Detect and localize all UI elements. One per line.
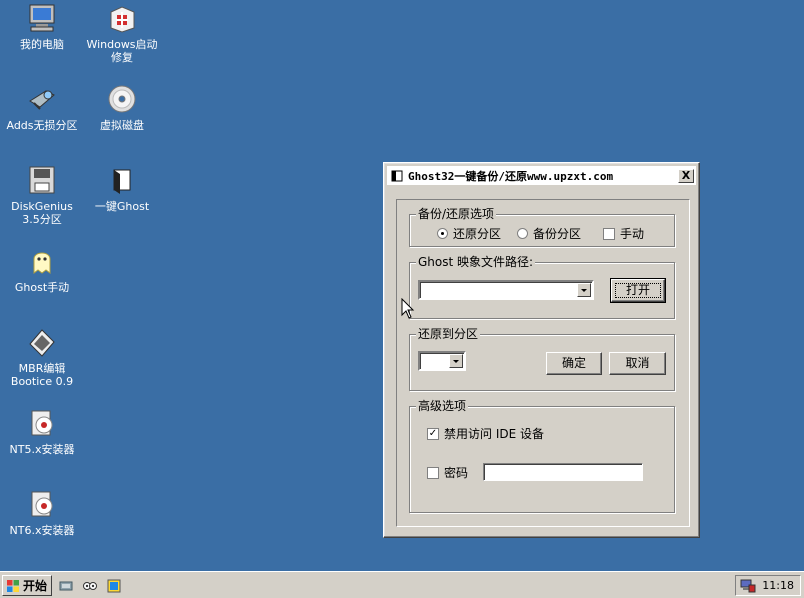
dialog-title: Ghost32一键备份/还原www.upzxt.com [408, 169, 614, 183]
desktop-icon-windows-repair[interactable]: Windows启动 修复 [80, 2, 164, 64]
ok-button[interactable]: 确定 [546, 352, 602, 375]
backup-partition-radio[interactable]: 备份分区 [517, 225, 581, 242]
system-tray: 11:18 [735, 575, 801, 596]
show-desktop-icon[interactable] [58, 578, 74, 594]
group-legend: 备份/还原选项 [416, 207, 497, 221]
ghost-icon [33, 252, 51, 274]
dialog-titlebar[interactable]: Ghost32一键备份/还原www.upzxt.com X [387, 166, 696, 185]
group-legend: 高级选项 [416, 399, 469, 413]
radio-dot [517, 228, 528, 239]
radio-label: 备份分区 [533, 227, 582, 241]
desktop-icon-ghost-manual[interactable]: Ghost手动 [0, 245, 84, 294]
bootice-icon [29, 329, 55, 357]
checkbox-label: 禁用访问 IDE 设备 [444, 427, 544, 441]
chevron-down-icon[interactable] [449, 354, 463, 368]
view-icon[interactable] [82, 578, 98, 594]
password-field[interactable] [483, 463, 643, 481]
ghost-dialog: Ghost32一键备份/还原www.upzxt.com X 备份/还原选项 还原… [383, 162, 700, 538]
partition-combo[interactable] [418, 351, 466, 371]
restore-target-group: 还原到分区 确定 取消 [409, 327, 675, 391]
cancel-button[interactable]: 取消 [609, 352, 666, 375]
radio-dot [437, 228, 448, 239]
desktop-icon-nt5-installer[interactable]: NT5.x安装器 [0, 407, 84, 456]
partition-tool-icon [29, 90, 55, 110]
repair-kit-icon [110, 6, 135, 33]
image-path-group: Ghost 映象文件路径: 打开 [409, 255, 675, 319]
cd-disc-icon [108, 85, 136, 113]
checkbox-box [603, 227, 615, 240]
ok-button-label: 确定 [561, 356, 586, 370]
image-path-combo[interactable] [418, 280, 594, 300]
disable-ide-checkbox[interactable]: ✓ 禁用访问 IDE 设备 [427, 425, 544, 442]
clock[interactable]: 11:18 [762, 579, 794, 592]
manual-checkbox[interactable]: 手动 [603, 225, 644, 242]
restore-partition-radio[interactable]: 还原分区 [437, 225, 501, 242]
desktop-icon-label: Windows启动 修复 [86, 38, 158, 64]
desktop-icon-one-key-ghost[interactable]: 一键Ghost [80, 164, 164, 213]
cancel-button-label: 取消 [625, 356, 650, 370]
desktop-icon-label: 一键Ghost [94, 200, 150, 213]
advanced-options-group: 高级选项 ✓ 禁用访问 IDE 设备 密码 [409, 399, 675, 513]
desktop-icon-label: Ghost手动 [14, 281, 70, 294]
explorer-icon[interactable] [106, 578, 122, 594]
radio-label: 还原分区 [453, 227, 502, 241]
desktop-icon-diskgenius[interactable]: DiskGenius 3.5分区 [0, 164, 84, 226]
checkbox-box [427, 466, 439, 479]
desktop-icon-label: Adds无损分区 [6, 119, 78, 132]
desktop-icon-label: 我的电脑 [20, 38, 64, 51]
group-legend: 还原到分区 [416, 327, 481, 341]
start-button[interactable]: 开始 [2, 575, 52, 596]
installer-icon [31, 491, 53, 517]
desktop-icon-adds[interactable]: Adds无损分区 [0, 83, 84, 132]
group-legend: Ghost 映象文件路径: [416, 255, 536, 269]
diskgenius-icon [29, 166, 55, 194]
desktop-icon-my-computer[interactable]: 我的电脑 [0, 2, 84, 51]
desktop-icon-label: 虚拟磁盘 [100, 119, 144, 132]
password-checkbox[interactable]: 密码 [427, 464, 468, 481]
focus-rect [615, 283, 661, 298]
network-icon[interactable] [740, 579, 756, 593]
close-icon: X [681, 168, 691, 182]
backup-restore-group: 备份/还原选项 还原分区 备份分区 手动 [409, 207, 675, 247]
installer-icon [31, 410, 53, 436]
desktop-icon-bootice[interactable]: MBR编辑 Bootice 0.9 [0, 326, 84, 388]
desktop-icon-label: NT6.x安装器 [9, 524, 75, 537]
dialog-client-area: 备份/还原选项 还原分区 备份分区 手动 Ghost 映象文件路径: 打开 还原… [396, 199, 690, 527]
desktop-icon-label: NT5.x安装器 [9, 443, 75, 456]
open-button[interactable]: 打开 [610, 278, 666, 303]
checkbox-label: 密码 [444, 466, 469, 480]
ghost-app-icon [391, 170, 403, 181]
mouse-cursor-icon [401, 298, 415, 319]
desktop-icon-nt6-installer[interactable]: NT6.x安装器 [0, 488, 84, 537]
chevron-down-icon[interactable] [577, 283, 591, 297]
start-label: 开始 [23, 579, 48, 593]
ghost-doc-icon [113, 169, 131, 194]
desktop-icon-virtual-disk[interactable]: 虚拟磁盘 [80, 83, 164, 132]
close-button[interactable]: X [678, 168, 694, 183]
taskbar: 开始 11:18 [0, 571, 804, 598]
checkbox-label: 手动 [620, 227, 645, 241]
desktop-icon-label: DiskGenius 3.5分区 [11, 200, 73, 226]
checkmark-icon: ✓ [427, 427, 439, 440]
windows-logo-icon [7, 579, 19, 592]
desktop-icon-label: MBR编辑 Bootice 0.9 [10, 362, 74, 388]
my-computer-icon [29, 4, 55, 32]
